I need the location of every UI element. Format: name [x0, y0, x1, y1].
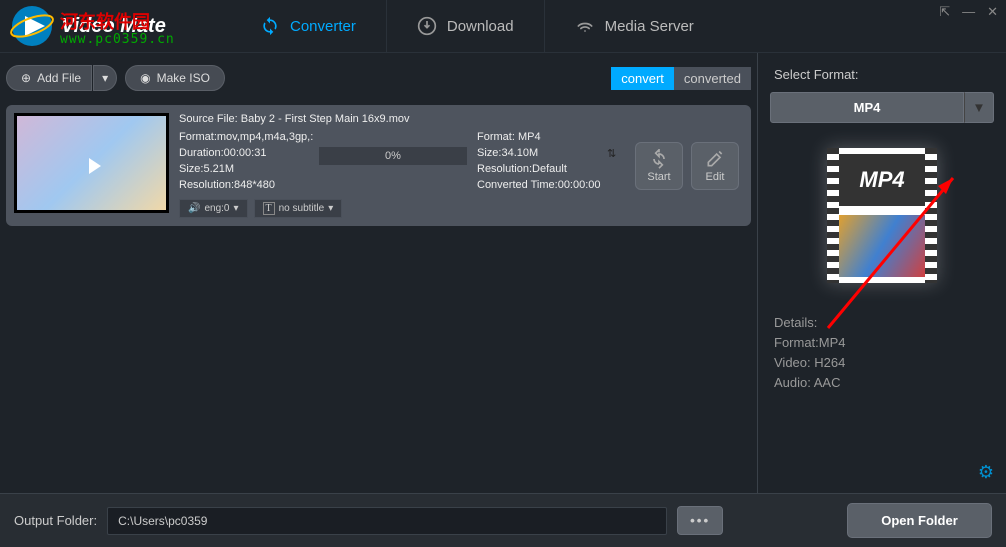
make-iso-label: Make ISO: [157, 71, 210, 85]
chevron-down-icon: ▾: [328, 203, 333, 214]
video-thumbnail[interactable]: [14, 113, 169, 213]
progress-area: 0%: [309, 129, 477, 193]
add-file-label: Add File: [37, 71, 81, 85]
audio-track-button[interactable]: 🔊 eng:0 ▾: [179, 199, 248, 218]
window-controls: ⇱ — ✕: [939, 4, 998, 20]
src-format: Format:mov,mp4,m4a,3gp,:: [179, 129, 309, 145]
format-details: Details: Format:MP4 Video: H264 Audio: A…: [770, 313, 994, 393]
progress-text: 0%: [385, 150, 401, 162]
right-panel: Select Format: MP4 ▼ MP4 Details: Format…: [758, 53, 1006, 493]
footer: Output Folder: ••• Open Folder: [0, 493, 1006, 547]
edit-label: Edit: [706, 171, 725, 183]
source-file-line: Source File: Baby 2 - First Step Main 16…: [179, 113, 625, 125]
tab-converter-label: Converter: [290, 18, 356, 35]
output-folder-input[interactable]: [107, 507, 667, 535]
tab-media-server[interactable]: Media Server: [545, 0, 724, 53]
dst-converted-time: Converted Time:00:00:00: [477, 177, 607, 193]
refresh-icon: [649, 149, 669, 169]
plus-file-icon: ⊕: [21, 71, 31, 85]
main-area: ⊕ Add File ▾ ◉ Make ISO convert converte…: [0, 53, 1006, 493]
detail-video: Video: H264: [774, 353, 994, 373]
dst-resolution: Resolution:Default: [477, 161, 607, 177]
download-icon: [417, 16, 437, 36]
source-info-col: Format:mov,mp4,m4a,3gp,: Duration:00:00:…: [179, 129, 309, 193]
output-folder-label: Output Folder:: [14, 513, 97, 528]
app-logo-icon: [10, 4, 55, 49]
logo-area: Video Mate 河东软件园 www.pc0359.cn: [0, 0, 230, 53]
minimize-icon[interactable]: —: [962, 4, 975, 20]
convert-toggle: convert converted: [611, 67, 751, 90]
detail-format: Format:MP4: [774, 333, 994, 353]
track-bar: 🔊 eng:0 ▾ T no subtitle ▾: [179, 199, 625, 218]
src-resolution: Resolution:848*480: [179, 177, 309, 193]
open-folder-button[interactable]: Open Folder: [847, 503, 992, 538]
tab-converter[interactable]: Converter: [230, 0, 387, 53]
format-select: MP4 ▼: [770, 92, 994, 123]
file-actions: Start Edit: [635, 113, 743, 218]
format-preview-image: [839, 215, 925, 277]
watermark-text-2: www.pc0359.cn: [60, 32, 175, 47]
chevron-down-icon: ▼: [972, 100, 985, 115]
audio-track-label: eng:0: [204, 203, 229, 214]
add-file-button[interactable]: ⊕ Add File: [6, 65, 92, 91]
details-label: Details:: [774, 313, 994, 333]
refresh-icon: [260, 16, 280, 36]
left-panel: ⊕ Add File ▾ ◉ Make ISO convert converte…: [0, 53, 758, 493]
start-label: Start: [647, 171, 670, 183]
start-button[interactable]: Start: [635, 142, 683, 190]
popout-icon[interactable]: ⇱: [939, 4, 950, 20]
detail-audio: Audio: AAC: [774, 373, 994, 393]
close-icon[interactable]: ✕: [987, 4, 998, 20]
topbar: Video Mate 河东软件园 www.pc0359.cn Converter…: [0, 0, 1006, 53]
file-info: Source File: Baby 2 - First Step Main 16…: [179, 113, 625, 218]
browse-button[interactable]: •••: [677, 506, 723, 535]
wifi-icon: [575, 16, 595, 36]
format-preview: MP4: [827, 148, 937, 283]
edit-button[interactable]: Edit: [691, 142, 739, 190]
tab-media-server-label: Media Server: [605, 18, 694, 35]
dst-format: Format: MP4: [477, 129, 607, 145]
tab-download[interactable]: Download: [387, 0, 545, 53]
convert-tab[interactable]: convert: [611, 67, 674, 90]
progress-bar: 0%: [319, 147, 467, 165]
format-button[interactable]: MP4: [770, 92, 964, 123]
converted-tab[interactable]: converted: [674, 67, 751, 90]
chevron-down-icon: ▾: [102, 71, 108, 85]
subtitle-label: no subtitle: [279, 203, 325, 214]
format-preview-label: MP4: [839, 154, 925, 206]
chevron-down-icon: ▾: [233, 203, 238, 214]
tab-download-label: Download: [447, 18, 514, 35]
source-label: Source File:: [179, 113, 238, 125]
main-nav: Converter Download Media Server: [230, 0, 724, 53]
settings-icon[interactable]: ⚙: [978, 462, 994, 483]
add-file-dropdown[interactable]: ▾: [93, 65, 117, 91]
src-duration: Duration:00:00:31: [179, 145, 309, 161]
sort-icon[interactable]: ⇅: [607, 129, 625, 193]
disc-icon: ◉: [140, 71, 150, 85]
source-name: Baby 2 - First Step Main 16x9.mov: [241, 113, 410, 125]
toolbar: ⊕ Add File ▾ ◉ Make ISO convert converte…: [6, 61, 751, 95]
dst-size: Size:34.10M: [477, 145, 607, 161]
format-dropdown[interactable]: ▼: [964, 92, 994, 123]
dest-info-col: Format: MP4 Size:34.10M Resolution:Defau…: [477, 129, 607, 193]
text-icon: T: [263, 202, 275, 215]
watermark-text-1: 河东软件园: [60, 8, 150, 34]
select-format-label: Select Format:: [770, 67, 994, 82]
src-size: Size:5.21M: [179, 161, 309, 177]
file-item: Source File: Baby 2 - First Step Main 16…: [6, 105, 751, 226]
subtitle-button[interactable]: T no subtitle ▾: [254, 199, 343, 218]
audio-icon: 🔊: [188, 203, 200, 214]
edit-icon: [705, 149, 725, 169]
make-iso-button[interactable]: ◉ Make ISO: [125, 65, 225, 91]
